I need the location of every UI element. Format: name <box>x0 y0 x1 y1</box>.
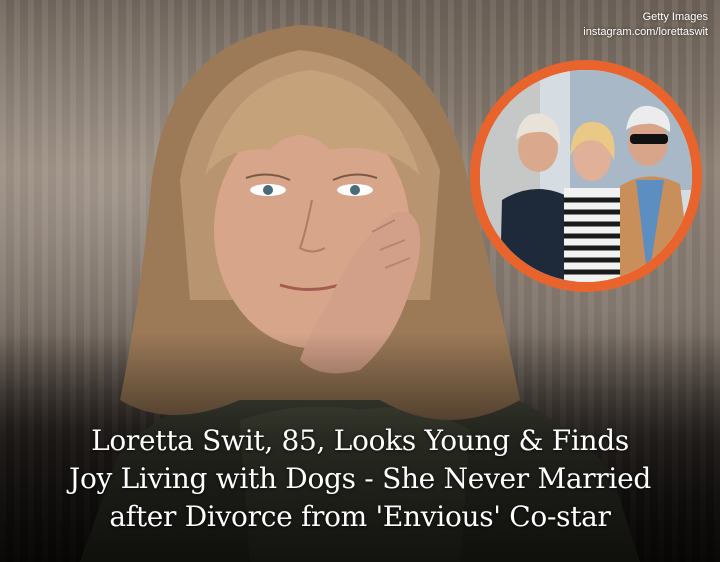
inset-group-photo <box>480 70 692 282</box>
credit-instagram: instagram.com/lorettaswit <box>583 26 708 38</box>
credit-source: Getty Images <box>642 11 708 23</box>
headline-line-1: Loretta Swit, 85, Looks Young & Finds <box>91 424 629 457</box>
photo-credit: Getty Images instagram.com/lorettaswit <box>583 10 708 40</box>
inset-photo-ring <box>470 60 702 292</box>
article-thumbnail[interactable]: Getty Images instagram.com/lorettaswit L… <box>0 0 720 562</box>
headline[interactable]: Loretta Swit, 85, Looks Young & Finds Jo… <box>0 422 720 536</box>
headline-line-3: after Divorce from 'Envious' Co-star <box>109 500 611 533</box>
headline-line-2: Joy Living with Dogs - She Never Married <box>69 462 651 495</box>
